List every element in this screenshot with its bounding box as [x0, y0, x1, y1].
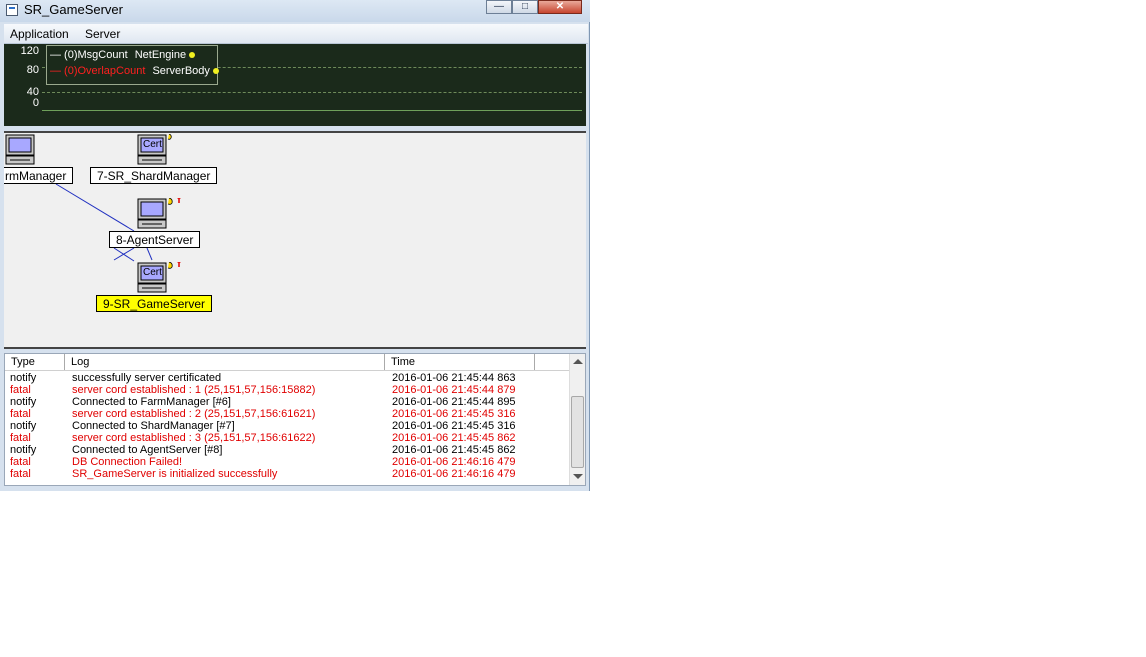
log-message: server cord established : 2 (25,151,57,1…: [72, 408, 316, 420]
splitter-top[interactable]: [4, 126, 586, 133]
legend-item-overlapcount: — (0)OverlapCount ServerBody: [50, 65, 219, 77]
cert-badge: Cert: [143, 139, 162, 150]
legend-series-msgcount: — (0)MsgCount: [50, 49, 128, 61]
y-tick-0: 0: [32, 97, 39, 109]
maximize-button[interactable]: □: [512, 0, 538, 14]
log-type: fatal: [10, 408, 31, 420]
log-message: server cord established : 3 (25,151,57,1…: [72, 432, 316, 444]
log-time: 2016-01-06 21:45:45 316: [392, 420, 516, 432]
log-row[interactable]: notify Connected to AgentServer [#8] 2016-…: [5, 444, 569, 456]
log-row[interactable]: fatal server cord established : 2 (25,151…: [5, 408, 569, 420]
computer-icon[interactable]: [4, 134, 36, 166]
caption-buttons: — □ ✕: [486, 0, 582, 14]
scroll-thumb[interactable]: [571, 396, 584, 468]
performance-graph: 120 80 40 0 — (0)MsgCount NetEngine — (0…: [4, 44, 586, 126]
log-row[interactable]: notify Connected to ShardManager [#7] 2016…: [5, 420, 569, 432]
computer-icon[interactable]: [136, 195, 181, 230]
log-type: notify: [10, 444, 37, 456]
log-message: Connected to FarmManager [#6]: [72, 396, 231, 408]
legend-dot-icon: [189, 52, 196, 59]
node-label-gameserver[interactable]: 9-SR_GameServer: [96, 295, 213, 312]
log-message: SR_GameServer is initialized successfull…: [72, 468, 278, 480]
log-message: server cord established : 1 (25,151,57,1…: [72, 384, 316, 396]
baseline: [42, 110, 582, 111]
app-window: SR_GameServer — □ ✕ Application Server 1…: [0, 0, 590, 491]
log-message: Connected to ShardManager [#7]: [72, 420, 235, 432]
scroll-up-icon[interactable]: [573, 359, 583, 364]
log-time: 2016-01-06 21:45:44 895: [392, 396, 516, 408]
legend-target-serverbody: ServerBody: [152, 65, 210, 77]
legend-item-msgcount: — (0)MsgCount NetEngine: [50, 49, 196, 61]
graph-legend: — (0)MsgCount NetEngine — (0)OverlapCoun…: [46, 45, 219, 85]
log-row[interactable]: fatal SR_GameServer is initialized succes…: [5, 468, 569, 480]
log-message: Connected to AgentServer [#8]: [72, 444, 223, 456]
legend-target-netengine: NetEngine: [134, 49, 187, 61]
log-message: DB Connection Failed!: [72, 456, 183, 468]
title-bar[interactable]: SR_GameServer — □ ✕: [0, 0, 590, 22]
cert-badge: Cert: [143, 267, 162, 278]
log-row[interactable]: fatal server cord established : 1 (25,151…: [5, 384, 569, 396]
log-type: notify: [10, 420, 37, 432]
log-row[interactable]: notify successfully server certificated 20…: [5, 372, 569, 384]
log-time: 2016-01-06 21:45:45 862: [392, 432, 516, 444]
log-header: Type Log Time: [5, 354, 569, 371]
log-row[interactable]: fatal DB Connection Failed! 2016-01-06 21:…: [5, 456, 569, 468]
node-label-agentserver[interactable]: 8-AgentServer: [109, 231, 201, 248]
log-type: fatal: [10, 468, 31, 480]
menu-application[interactable]: Application: [10, 27, 69, 41]
log-time: 2016-01-06 21:46:16 479: [392, 468, 516, 480]
node-label-shardmanager[interactable]: 7-SR_ShardManager: [90, 167, 218, 184]
window-title: SR_GameServer: [24, 2, 123, 17]
log-list[interactable]: Type Log Time notify successfully server …: [4, 353, 586, 486]
y-tick-80: 80: [26, 64, 39, 76]
minimize-button[interactable]: —: [486, 0, 512, 14]
legend-series-overlapcount: — (0)OverlapCount: [50, 65, 146, 77]
column-header-time[interactable]: Time: [385, 354, 535, 370]
column-header-log[interactable]: Log: [65, 354, 385, 370]
close-button[interactable]: ✕: [538, 0, 582, 14]
log-time: 2016-01-06 21:45:44 879: [392, 384, 516, 396]
log-time: 2016-01-06 21:45:44 863: [392, 372, 516, 384]
log-type: fatal: [10, 432, 31, 444]
gridline-40: [42, 92, 582, 93]
computer-icon[interactable]: Cert: [136, 133, 172, 166]
server-topology-diagram: rmManager Cert 7-SR_ShardManager 8-Agent…: [4, 133, 586, 347]
log-message: successfully server certificated: [72, 372, 222, 384]
node-label-farmmanager[interactable]: rmManager: [4, 167, 74, 184]
menu-bar: Application Server: [4, 24, 588, 44]
scroll-down-icon[interactable]: [573, 474, 583, 479]
column-header-type[interactable]: Type: [5, 354, 65, 370]
log-time: 2016-01-06 21:46:16 479: [392, 456, 516, 468]
log-time: 2016-01-06 21:45:45 862: [392, 444, 516, 456]
log-row[interactable]: notify Connected to FarmManager [#6] 2016-…: [5, 396, 569, 408]
legend-dot-icon: [212, 68, 219, 75]
connector-lines: [55, 183, 153, 262]
log-type: notify: [10, 396, 37, 408]
computer-icon[interactable]: Cert: [136, 259, 181, 294]
log-row[interactable]: fatal server cord established : 3 (25,151…: [5, 432, 569, 444]
log-type: fatal: [10, 384, 31, 396]
y-tick-120: 120: [20, 45, 39, 57]
log-scrollbar[interactable]: [569, 354, 585, 485]
log-type: notify: [10, 372, 37, 384]
menu-server[interactable]: Server: [85, 27, 120, 41]
log-time: 2016-01-06 21:45:45 316: [392, 408, 516, 420]
app-icon: [6, 4, 18, 16]
log-type: fatal: [10, 456, 31, 468]
